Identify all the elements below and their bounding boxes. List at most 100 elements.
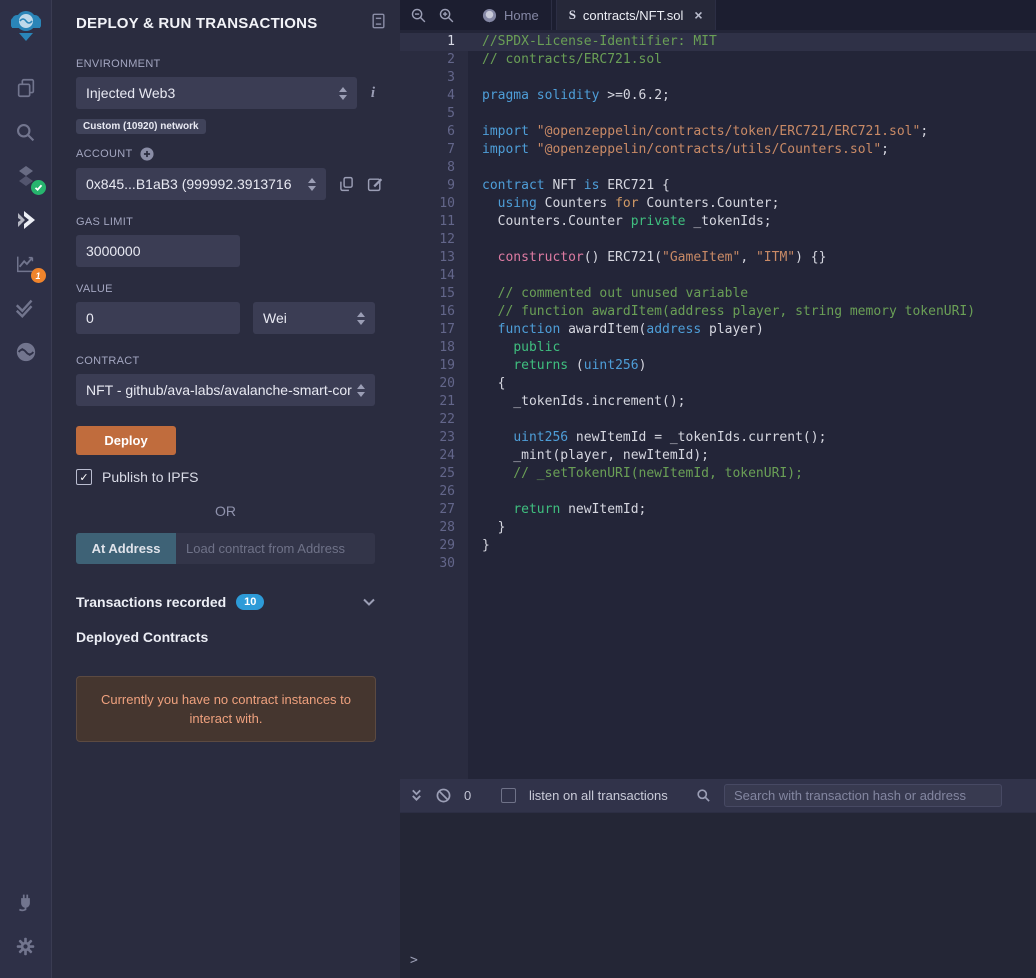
code-line[interactable]: return newItemId; [468, 501, 1036, 519]
code-line[interactable]: // commented out unused variable [468, 285, 1036, 303]
code-line[interactable]: // contracts/ERC721.sol [468, 51, 1036, 69]
remix-logo-icon[interactable] [6, 6, 46, 48]
code-line[interactable]: import "@openzeppelin/contracts/utils/Co… [468, 141, 1036, 159]
line-number: 3 [400, 69, 468, 87]
settings-gear-icon[interactable] [8, 931, 44, 961]
value-unit-select[interactable]: Wei [253, 302, 375, 334]
line-number: 19 [400, 357, 468, 375]
code-line[interactable]: _mint(player, newItemId); [468, 447, 1036, 465]
editor-gutter: 1234567891011121314151617181920212223242… [400, 33, 468, 779]
zoom-in-icon[interactable] [432, 0, 460, 30]
chevron-down-icon[interactable] [363, 598, 375, 606]
check-icon: ✓ [79, 471, 88, 484]
code-line[interactable]: constructor() ERC721("GameItem", "ITM") … [468, 249, 1036, 267]
code-line[interactable]: function awardItem(address player) [468, 321, 1036, 339]
at-address-button[interactable]: At Address [76, 533, 176, 564]
solidity-compiler-icon[interactable] [8, 161, 44, 191]
code-line[interactable] [468, 267, 1036, 285]
code-line[interactable] [468, 411, 1036, 429]
collapse-terminal-icon[interactable] [410, 789, 423, 802]
line-number: 8 [400, 159, 468, 177]
code-line[interactable] [468, 555, 1036, 573]
terminal-prompt: > [410, 953, 418, 968]
line-number: 9 [400, 177, 468, 195]
search-icon[interactable] [8, 117, 44, 147]
copy-account-icon[interactable] [339, 176, 354, 192]
main-area: Home S contracts/NFT.sol × 1234567891011… [400, 0, 1036, 978]
line-number: 2 [400, 51, 468, 69]
code-line[interactable]: //SPDX-License-Identifier: MIT [468, 33, 1036, 51]
line-number: 27 [400, 501, 468, 519]
network-badge: Custom (10920) network [76, 119, 206, 134]
line-number: 4 [400, 87, 468, 105]
close-tab-icon[interactable]: × [694, 7, 702, 23]
code-line[interactable]: contract NFT is ERC721 { [468, 177, 1036, 195]
contract-select[interactable]: NFT - github/ava-labs/avalanche-smart-co… [76, 374, 375, 406]
line-number: 12 [400, 231, 468, 249]
tab-home[interactable]: Home [470, 0, 552, 30]
deploy-run-icon[interactable] [8, 205, 44, 235]
code-line[interactable] [468, 483, 1036, 501]
terminal-search-input[interactable] [724, 784, 1002, 807]
code-line[interactable] [468, 159, 1036, 177]
documentation-icon[interactable] [371, 13, 386, 34]
sourcify-plugin-icon[interactable] [8, 337, 44, 367]
code-line[interactable]: using Counters for Counters.Counter; [468, 195, 1036, 213]
select-arrows-icon [339, 87, 347, 100]
deploy-panel: DEPLOY & RUN TRANSACTIONS ENVIRONMENT In… [52, 0, 400, 978]
deploy-button[interactable]: Deploy [76, 426, 176, 455]
line-number: 28 [400, 519, 468, 537]
edit-account-icon[interactable] [367, 176, 383, 192]
unit-testing-icon[interactable] [8, 293, 44, 323]
code-line[interactable]: returns (uint256) [468, 357, 1036, 375]
icon-sidebar: 1 [0, 0, 52, 978]
listen-transactions-checkbox[interactable] [501, 788, 516, 803]
analysis-icon[interactable]: 1 [8, 249, 44, 279]
file-explorer-icon[interactable] [8, 73, 44, 103]
code-line[interactable]: uint256 newItemId = _tokenIds.current(); [468, 429, 1036, 447]
account-label: ACCOUNT [76, 148, 133, 160]
code-line[interactable]: pragma solidity >=0.6.2; [468, 87, 1036, 105]
panel-title: DEPLOY & RUN TRANSACTIONS [76, 15, 317, 32]
line-number: 26 [400, 483, 468, 501]
tab-nft-sol[interactable]: S contracts/NFT.sol × [556, 0, 716, 30]
code-line[interactable]: Counters.Counter private _tokenIds; [468, 213, 1036, 231]
transactions-recorded-row[interactable]: Transactions recorded 10 [76, 594, 375, 610]
line-number: 13 [400, 249, 468, 267]
select-arrows-icon [308, 178, 316, 191]
code-editor[interactable]: 1234567891011121314151617181920212223242… [400, 30, 1036, 779]
publish-ipfs-checkbox[interactable]: ✓ [76, 469, 92, 485]
remix-ide: 1 [0, 0, 1036, 978]
pending-tx-count: 0 [464, 788, 474, 803]
code-line[interactable]: import "@openzeppelin/contracts/token/ER… [468, 123, 1036, 141]
code-line[interactable] [468, 69, 1036, 87]
gas-limit-input[interactable] [76, 235, 240, 267]
deployed-contracts-heading: Deployed Contracts [76, 629, 375, 645]
publish-ipfs-label: Publish to IPFS [102, 469, 199, 485]
environment-select[interactable]: Injected Web3 [76, 77, 357, 109]
account-select[interactable]: 0x845...B1aB3 (999992.3913716 [76, 168, 326, 200]
code-line[interactable]: } [468, 519, 1036, 537]
code-line[interactable]: // function awardItem(address player, st… [468, 303, 1036, 321]
solidity-file-icon: S [569, 7, 576, 23]
terminal[interactable]: > [400, 812, 1036, 978]
zoom-out-icon[interactable] [404, 0, 432, 30]
plugin-manager-icon[interactable] [8, 887, 44, 917]
contract-value: NFT - github/ava-labs/avalanche-smart-co… [86, 382, 363, 398]
add-account-icon[interactable] [140, 147, 154, 161]
select-arrows-icon [357, 312, 365, 325]
line-number: 5 [400, 105, 468, 123]
code-line[interactable]: { [468, 375, 1036, 393]
code-line[interactable]: } [468, 537, 1036, 555]
code-line[interactable] [468, 105, 1036, 123]
line-number: 18 [400, 339, 468, 357]
at-address-input[interactable] [176, 533, 375, 564]
tab-bar: Home S contracts/NFT.sol × [400, 0, 1036, 30]
code-line[interactable] [468, 231, 1036, 249]
code-line[interactable]: _tokenIds.increment(); [468, 393, 1036, 411]
clear-console-icon[interactable] [436, 788, 451, 803]
environment-info-icon[interactable]: i [371, 85, 375, 102]
code-line[interactable]: // _setTokenURI(newItemId, tokenURI); [468, 465, 1036, 483]
value-input[interactable] [76, 302, 240, 334]
code-line[interactable]: public [468, 339, 1036, 357]
